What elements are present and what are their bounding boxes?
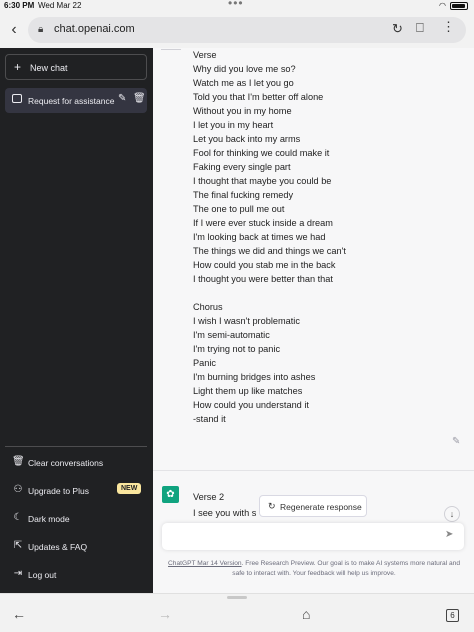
message-input[interactable] xyxy=(170,528,440,544)
reply-line: I'm semi-automatic xyxy=(193,330,270,340)
footer-text: . Free Research Preview. Our goal is to … xyxy=(232,560,460,577)
multitasking-dots-icon[interactable]: ••• xyxy=(228,0,244,10)
reply-line: Light them up like matches xyxy=(193,386,303,396)
browser-toolbar: ← → ⌂ 6 xyxy=(0,593,474,632)
back-arrow-icon[interactable]: ← xyxy=(12,606,26,622)
log-out-label: Log out xyxy=(28,570,57,580)
next-message-line: I see you with s xyxy=(193,508,257,518)
plus-icon: + xyxy=(14,60,22,74)
log-out-button[interactable]: ⇥ Log out xyxy=(5,563,147,587)
new-chat-label: New chat xyxy=(30,63,68,73)
url-text: chat.openai.com xyxy=(54,23,135,35)
clear-conversations-button[interactable]: 🗑︎ Clear conversations xyxy=(5,451,147,475)
reply-line: Faking every single part xyxy=(193,162,291,172)
version-link[interactable]: ChatGPT Mar 14 Version xyxy=(168,560,242,567)
reply-line: Verse xyxy=(193,50,217,60)
dark-mode-label: Dark mode xyxy=(28,514,70,524)
reply-line: I let you in my heart xyxy=(193,120,274,130)
logout-icon: ⇥ xyxy=(13,568,23,579)
reply-line: Without you in my home xyxy=(193,106,292,116)
scroll-down-button[interactable]: ↓ xyxy=(444,506,460,522)
forward-arrow-icon[interactable]: → xyxy=(158,606,172,622)
send-icon[interactable]: ➤ xyxy=(445,529,453,540)
reply-line: The things we did and things we can't xyxy=(193,246,346,256)
lock-icon: 🔒︎ xyxy=(38,24,44,35)
updates-faq-link[interactable]: ⇱ Updates & FAQ xyxy=(5,535,147,559)
chevron-left-icon[interactable]: ‹ xyxy=(6,21,22,39)
reply-line: I thought you were better than that xyxy=(193,274,333,284)
toolbar-handle[interactable] xyxy=(227,596,247,599)
reply-line: If I were ever stuck inside a dream xyxy=(193,218,333,228)
trash-icon[interactable]: 🗑︎ xyxy=(133,93,146,104)
reply-line: I'm burning bridges into ashes xyxy=(193,372,316,382)
bookmark-icon[interactable]: ⎕ xyxy=(416,20,424,36)
reply-line: I'm looking back at times we had xyxy=(193,232,326,242)
trash-icon: 🗑︎ xyxy=(12,456,25,467)
tabs-button[interactable]: 6 xyxy=(446,609,459,622)
assistant-reply: Verse Why did you love me so? Watch me as … xyxy=(193,48,463,426)
reload-icon[interactable]: ↻ xyxy=(392,21,403,37)
message-composer[interactable]: ➤ xyxy=(162,523,464,550)
browser-address-bar: ‹ 🔒︎ chat.openai.com ↻ ⎕ ⋮ xyxy=(0,12,474,48)
status-bar: 6:30 PM Wed Mar 22 ••• ◠ xyxy=(0,0,474,12)
conversation-title: Request for assistance xyxy=(28,96,115,106)
reply-line: Fool for thinking we could make it xyxy=(193,148,330,158)
sidebar-divider xyxy=(5,446,147,447)
footer-disclaimer: ChatGPT Mar 14 Version. Free Research Pr… xyxy=(167,559,461,579)
reply-line: Why did you love me so? xyxy=(193,64,296,74)
battery-icon xyxy=(450,1,468,10)
reply-line: I'm trying not to panic xyxy=(193,344,281,354)
updates-faq-label: Updates & FAQ xyxy=(28,542,88,552)
reply-line: Panic xyxy=(193,358,216,368)
reply-line: Watch me as I let you go xyxy=(193,78,294,88)
clear-conversations-label: Clear conversations xyxy=(28,458,104,468)
external-link-icon: ⇱ xyxy=(13,540,23,551)
dark-mode-button[interactable]: ☾ Dark mode xyxy=(5,507,147,531)
user-icon: ⚇ xyxy=(13,484,23,495)
next-message: ✿ Verse 2 I see you with s ↻ Regenerate … xyxy=(153,471,474,593)
pencil-icon[interactable]: ✎ xyxy=(118,93,126,104)
regenerate-response-button[interactable]: ↻ Regenerate response xyxy=(259,495,367,517)
reply-line xyxy=(193,286,463,300)
edit-icon[interactable]: ✎ xyxy=(452,436,460,447)
chatgpt-logo-icon: ✿ xyxy=(162,486,179,503)
reply-line: The final fucking remedy xyxy=(193,190,294,200)
status-indicators: ◠ xyxy=(439,1,468,10)
sidebar: + New chat Request for assistance ✎ 🗑︎ 🗑… xyxy=(0,48,153,593)
reply-line: Told you that I'm better off alone xyxy=(193,92,324,102)
reply-line: -stand it xyxy=(193,414,226,424)
message-icon xyxy=(12,94,22,103)
next-message-line: Verse 2 xyxy=(193,492,225,502)
more-icon[interactable]: ⋮ xyxy=(442,19,455,35)
reply-line: Let you back into my arms xyxy=(193,134,301,144)
reply-line: How could you understand it xyxy=(193,400,309,410)
refresh-icon: ↻ xyxy=(268,501,276,511)
moon-icon: ☾ xyxy=(13,512,23,523)
new-badge: NEW xyxy=(117,483,142,494)
wifi-icon: ◠ xyxy=(439,1,446,10)
message-top-edge xyxy=(161,48,181,50)
reply-line: Chorus xyxy=(193,302,223,312)
reply-line: I wish I wasn't problematic xyxy=(193,316,300,326)
conversation-item[interactable]: Request for assistance ✎ 🗑︎ xyxy=(5,88,147,113)
home-icon[interactable]: ⌂ xyxy=(302,606,310,622)
upgrade-label: Upgrade to Plus xyxy=(28,486,89,496)
upgrade-to-plus-button[interactable]: ⚇ Upgrade to Plus NEW xyxy=(5,479,147,503)
regenerate-label: Regenerate response xyxy=(280,502,362,512)
new-chat-button[interactable]: + New chat xyxy=(5,54,147,80)
reply-line: How could you stab me in the back xyxy=(193,260,336,270)
chat-main: Verse Why did you love me so? Watch me as … xyxy=(153,48,474,593)
url-field[interactable]: 🔒︎ chat.openai.com ↻ ⎕ ⋮ xyxy=(28,17,466,43)
reply-line: I thought that maybe you could be xyxy=(193,176,332,186)
next-message-text: Verse 2 I see you with s xyxy=(193,489,256,521)
status-time: 6:30 PM xyxy=(4,1,35,10)
status-date: Wed Mar 22 xyxy=(38,1,82,10)
reply-line: The one to pull me out xyxy=(193,204,285,214)
